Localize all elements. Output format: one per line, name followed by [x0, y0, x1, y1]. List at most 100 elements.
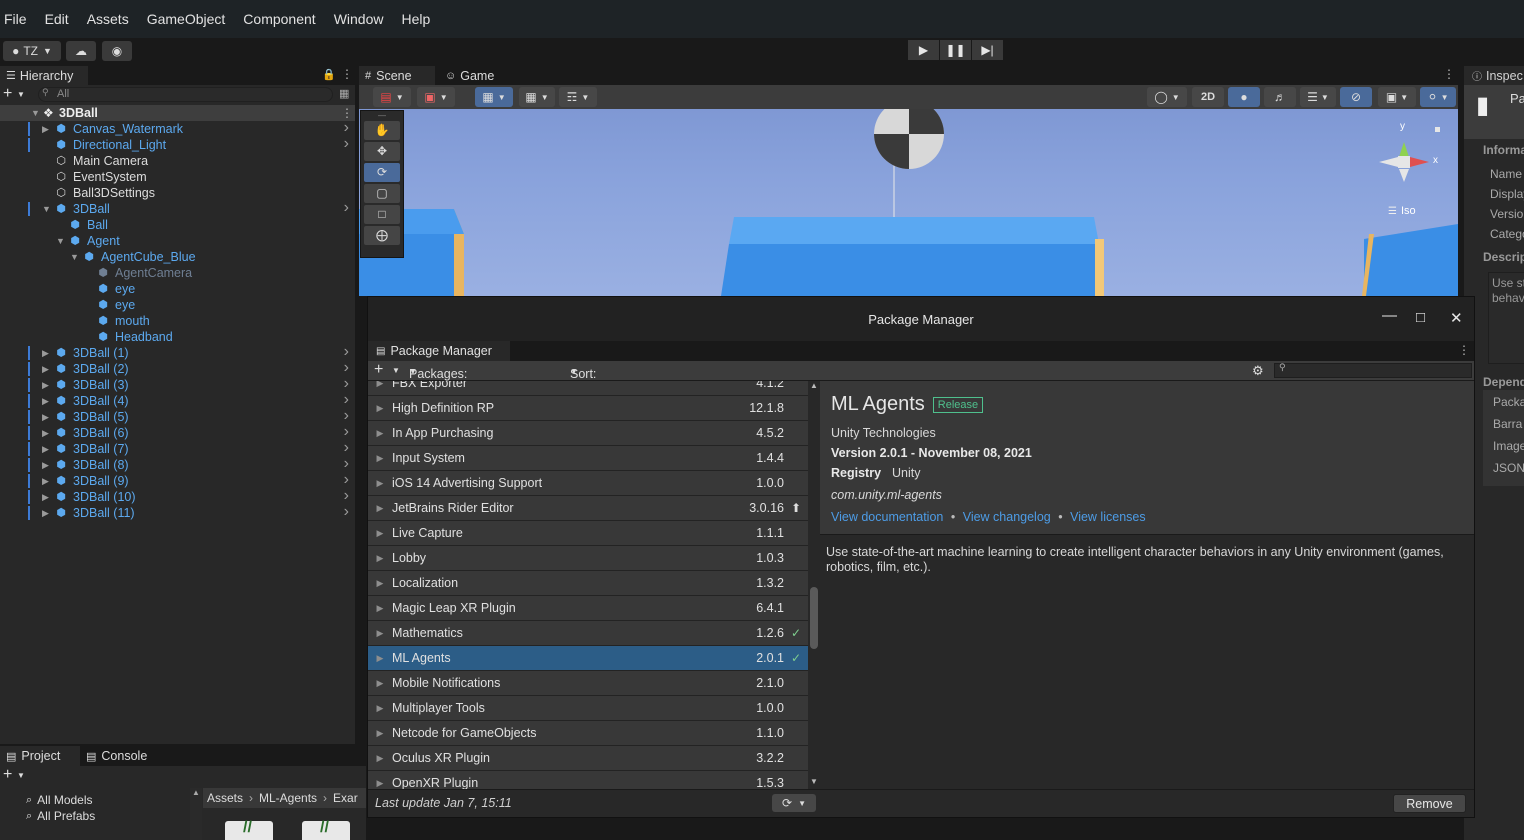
- expand-right-icon[interactable]: ▶: [42, 460, 49, 471]
- hierarchy-row[interactable]: ▶ ⬢ 3DBall (5) ›: [0, 407, 355, 425]
- hierarchy-row[interactable]: ▶ ⬢ 3DBall (3) ›: [0, 375, 355, 393]
- cloud-button[interactable]: ☁: [66, 41, 96, 61]
- project-scrollbar[interactable]: ▲: [190, 788, 202, 840]
- close-icon[interactable]: ✕: [1450, 309, 1463, 327]
- expand-right-icon[interactable]: ▶: [368, 381, 392, 389]
- expand-right-icon[interactable]: ▶: [368, 428, 392, 439]
- hierarchy-row[interactable]: ⬢ Headband: [0, 329, 355, 345]
- hierarchy-row[interactable]: ⬢ eye: [0, 281, 355, 297]
- hierarchy-row[interactable]: ▼ ⬢ Agent: [0, 233, 355, 249]
- expand-right-icon[interactable]: ▶: [368, 528, 392, 539]
- 2d-toggle[interactable]: 2D: [1192, 87, 1224, 107]
- refresh-button[interactable]: ⟳ ▼: [772, 794, 816, 812]
- hierarchy-row[interactable]: ▶ ⬢ 3DBall (10) ›: [0, 487, 355, 505]
- account-dropdown[interactable]: ● TZ ▼: [3, 41, 61, 61]
- package-row[interactable]: ▶ Lobby 1.0.3: [368, 546, 808, 571]
- effects-dropdown[interactable]: ☰ ▼: [1300, 87, 1336, 107]
- package-row[interactable]: ▶ Mobile Notifications 2.1.0: [368, 671, 808, 696]
- chevron-down-icon[interactable]: ▼: [17, 90, 25, 99]
- rect-tool-button[interactable]: □: [364, 205, 400, 224]
- chevron-down-icon[interactable]: ▼: [392, 366, 400, 375]
- tab-game[interactable]: ☺ Game: [439, 66, 499, 85]
- chevron-down-icon[interactable]: ▼: [17, 771, 25, 780]
- expand-right-icon[interactable]: ▶: [42, 380, 49, 391]
- expand-right-icon[interactable]: ▶: [42, 476, 49, 487]
- more-icon[interactable]: ⋮: [341, 106, 353, 120]
- package-row[interactable]: ▶ FBX Exporter 4.1.2: [368, 381, 808, 396]
- scene-viewport[interactable]: y x ☰ Iso: [359, 109, 1458, 296]
- lock-icon[interactable]: 🔒: [322, 68, 336, 81]
- expand-down-icon[interactable]: ▼: [42, 204, 51, 214]
- package-list-scrollbar[interactable]: ▲ ▼: [808, 381, 820, 789]
- view-documentation-link[interactable]: View documentation: [831, 510, 943, 524]
- hierarchy-row[interactable]: ▶ ⬢ Canvas_Watermark ›: [0, 119, 355, 137]
- menu-item-assets[interactable]: Assets: [87, 11, 129, 27]
- hierarchy-row[interactable]: ▶ ⬢ 3DBall (9) ›: [0, 471, 355, 489]
- tab-console[interactable]: ▤ Console: [80, 746, 160, 766]
- expand-right-icon[interactable]: ▶: [368, 628, 392, 639]
- add-icon[interactable]: +: [3, 766, 12, 784]
- hierarchy-row[interactable]: ▶ ⬢ 3DBall (8) ›: [0, 455, 355, 473]
- favorite-item[interactable]: ⌕ All Prefabs: [26, 808, 95, 824]
- chevron-right-icon[interactable]: ›: [344, 135, 349, 153]
- shading-dropdown[interactable]: ◯ ▼: [1147, 87, 1187, 107]
- hierarchy-row[interactable]: ▶ ⬢ 3DBall (4) ›: [0, 391, 355, 409]
- drag-handle[interactable]: —: [364, 112, 400, 120]
- hierarchy-row[interactable]: ⬢ eye: [0, 297, 355, 313]
- transform-tool-button[interactable]: ⨁: [364, 226, 400, 245]
- expand-right-icon[interactable]: ▶: [42, 396, 49, 407]
- scene-root-row[interactable]: ▼ ❖ 3DBall ⋮: [0, 105, 355, 121]
- expand-right-icon[interactable]: ▶: [42, 444, 49, 455]
- package-row[interactable]: ▶ ML Agents 2.0.1 ✓: [368, 646, 808, 671]
- expand-down-icon[interactable]: ▼: [56, 236, 65, 246]
- package-search-input[interactable]: ⚲: [1274, 362, 1472, 378]
- add-icon[interactable]: +: [3, 85, 12, 103]
- view-changelog-link[interactable]: View changelog: [963, 510, 1051, 524]
- hierarchy-row[interactable]: ⬢ Directional_Light ›: [0, 135, 355, 153]
- expand-right-icon[interactable]: ▶: [42, 412, 49, 423]
- hand-tool-button[interactable]: ✋: [364, 121, 400, 140]
- tab-package-manager[interactable]: ▤ Package Manager: [368, 341, 510, 361]
- expand-down-icon[interactable]: ▼: [70, 252, 79, 262]
- collab-button[interactable]: ◉: [102, 41, 132, 61]
- menu-item-component[interactable]: Component: [243, 11, 315, 27]
- package-row[interactable]: ▶ High Definition RP 12.1.8: [368, 396, 808, 421]
- expand-right-icon[interactable]: ▶: [368, 653, 392, 664]
- hierarchy-row[interactable]: ⬡ EventSystem: [0, 169, 355, 185]
- more-icon[interactable]: ⋮: [1443, 67, 1455, 81]
- menu-item-window[interactable]: Window: [334, 11, 384, 27]
- window-titlebar[interactable]: Package Manager — □ ✕: [368, 297, 1474, 341]
- package-row[interactable]: ▶ Multiplayer Tools 1.0.0: [368, 696, 808, 721]
- breadcrumb-item[interactable]: Exar: [333, 791, 358, 805]
- menu-item-gameobject[interactable]: GameObject: [147, 11, 226, 27]
- menu-item-help[interactable]: Help: [401, 11, 430, 27]
- expand-right-icon[interactable]: ▶: [368, 728, 392, 739]
- scroll-thumb[interactable]: [810, 587, 818, 649]
- package-row[interactable]: ▶ Oculus XR Plugin 3.2.2: [368, 746, 808, 771]
- grid-snap-button[interactable]: ▦ ▼: [475, 87, 513, 107]
- orientation-gizmo[interactable]: [1374, 117, 1454, 207]
- tab-hierarchy[interactable]: ☰ Hierarchy: [0, 66, 88, 85]
- lighting-toggle[interactable]: ●: [1228, 87, 1260, 107]
- tab-project[interactable]: ▤ Project: [0, 746, 80, 766]
- increment-snap-button[interactable]: ▦ ▼: [519, 87, 555, 107]
- expand-right-icon[interactable]: ▶: [368, 778, 392, 789]
- package-row[interactable]: ▶ Input System 1.4.4: [368, 446, 808, 471]
- hierarchy-row[interactable]: ▶ ⬢ 3DBall (2) ›: [0, 359, 355, 377]
- package-row[interactable]: ▶ Netcode for GameObjects 1.1.0: [368, 721, 808, 746]
- play-button[interactable]: ▶: [908, 40, 939, 60]
- expand-right-icon[interactable]: ▶: [368, 703, 392, 714]
- package-row[interactable]: ▶ JetBrains Rider Editor 3.0.16 ⬆: [368, 496, 808, 521]
- expand-right-icon[interactable]: ▶: [368, 553, 392, 564]
- camera-dropdown[interactable]: ▣ ▼: [1378, 87, 1416, 107]
- hierarchy-row[interactable]: ⬢ AgentCamera: [0, 265, 355, 281]
- expand-right-icon[interactable]: ▶: [368, 753, 392, 764]
- hierarchy-row[interactable]: ▼ ⬢ AgentCube_Blue: [0, 249, 355, 265]
- expand-right-icon[interactable]: ▶: [42, 508, 49, 519]
- view-licenses-link[interactable]: View licenses: [1070, 510, 1146, 524]
- pause-button[interactable]: ❚❚: [940, 40, 971, 60]
- hierarchy-row[interactable]: ⬡ Ball3DSettings: [0, 185, 355, 201]
- expand-right-icon[interactable]: ▶: [368, 503, 392, 514]
- menu-item-file[interactable]: File: [4, 11, 27, 27]
- gizmo-projection-label[interactable]: Iso: [1401, 205, 1416, 217]
